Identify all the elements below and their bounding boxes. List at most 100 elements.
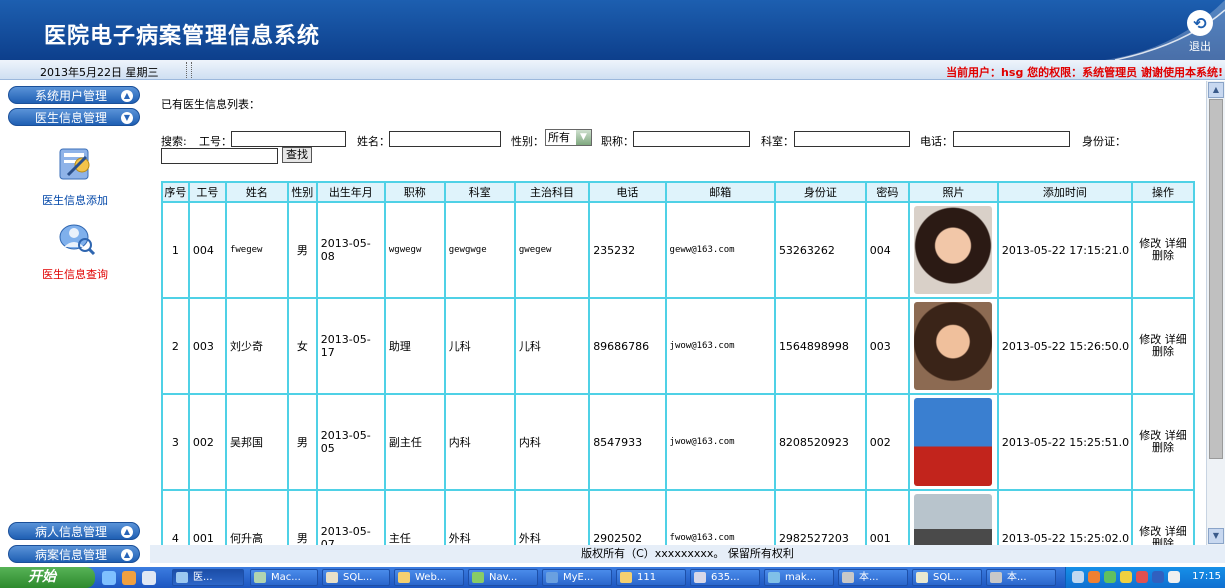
cell-birth: 2013-05-05 <box>315 393 386 491</box>
cell-email: jwow@163.com <box>664 297 776 395</box>
cell-idcard: 53263262 <box>773 201 867 299</box>
sidebar-item-doctor-search[interactable]: 医生信息查询 <box>20 217 130 282</box>
system-tray: 17:15 <box>1065 567 1225 588</box>
cell-dept: 外科 <box>443 489 516 545</box>
cell-subject: 儿科 <box>513 297 591 395</box>
menu-label: 病人信息管理 <box>35 525 108 539</box>
cell-subject: 内科 <box>513 393 591 491</box>
delete-link[interactable]: 删除 <box>1152 249 1174 262</box>
cell-phone: 89686786 <box>588 297 667 395</box>
logout-button[interactable]: ⟲ 退出 <box>1183 10 1217 56</box>
quicklaunch-desktop-icon[interactable] <box>102 571 116 585</box>
task-label: 本... <box>859 572 879 583</box>
vertical-scrollbar[interactable]: ▲ ▼ <box>1206 81 1225 545</box>
window-icon <box>176 572 188 583</box>
cell-id: 002 <box>187 393 227 491</box>
menu-doctor-info[interactable]: 医生信息管理 ▼ <box>8 108 140 126</box>
gender-label: 性别： <box>511 135 544 148</box>
phone-input[interactable] <box>953 131 1070 147</box>
delete-link[interactable]: 删除 <box>1152 537 1174 546</box>
main-content: 已有医生信息列表： 搜索: 工号： 姓名： 性别： 所有 ▼ 职称： 科室： 电… <box>152 81 1206 545</box>
cell-id: 003 <box>187 297 227 395</box>
task-button[interactable]: SQL... <box>912 569 982 586</box>
tray-icon[interactable] <box>1104 571 1116 583</box>
cell-photo <box>908 201 999 299</box>
tray-icon[interactable] <box>1120 571 1132 583</box>
cell-phone: 8547933 <box>588 393 667 491</box>
cell-birth: 2013-05-08 <box>315 201 386 299</box>
menu-label: 病案信息管理 <box>35 548 108 562</box>
menu-patient-info[interactable]: 病人信息管理 ▲ <box>8 522 140 540</box>
id-input[interactable] <box>231 131 346 147</box>
cell-phone: 2902502 <box>588 489 667 545</box>
gender-select[interactable]: 所有 ▼ <box>545 129 592 146</box>
scroll-thumb[interactable] <box>1209 99 1223 459</box>
task-button[interactable]: SQL... <box>322 569 390 586</box>
window-icon <box>472 572 484 583</box>
quicklaunch-ie-icon[interactable] <box>142 571 156 585</box>
scroll-down-icon[interactable]: ▼ <box>1208 528 1224 544</box>
start-button[interactable]: 开始 <box>0 567 95 588</box>
current-date: 2013年5月22日 星期三 <box>40 66 159 79</box>
window-icon <box>546 572 558 583</box>
cell-idcard: 2982527203 <box>773 489 867 545</box>
search-button[interactable]: 查找 <box>282 147 312 163</box>
idcard-input[interactable] <box>161 148 278 164</box>
tray-icon[interactable] <box>1072 571 1084 583</box>
tray-icon[interactable] <box>1168 571 1180 583</box>
task-button[interactable]: Web... <box>394 569 464 586</box>
cell-name: 吴邦国 <box>224 393 289 491</box>
task-button[interactable]: MyE... <box>542 569 612 586</box>
search-label: 搜索: <box>161 135 187 148</box>
menu-system-users[interactable]: 系统用户管理 ▲ <box>8 86 140 104</box>
os-taskbar: 开始 医... Mac... SQL... Web... Nav... MyE.… <box>0 567 1225 588</box>
col-header: 邮箱 <box>664 181 776 203</box>
window-icon <box>842 572 854 583</box>
cell-actions: 修改 详细 删除 <box>1131 393 1195 491</box>
task-button[interactable]: Mac... <box>250 569 318 586</box>
cell-password: 003 <box>864 297 911 395</box>
col-header: 电话 <box>588 181 667 203</box>
tray-icon[interactable] <box>1152 571 1164 583</box>
task-label: MyE... <box>563 572 594 583</box>
cell-gender: 男 <box>286 393 318 491</box>
tray-icon[interactable] <box>1136 571 1148 583</box>
sidebar: 系统用户管理 ▲ 医生信息管理 ▼ 医生信息添加 医生信息查询 <box>0 81 150 563</box>
name-input[interactable] <box>389 131 501 147</box>
gender-selected: 所有 <box>548 131 570 144</box>
menu-case-info[interactable]: 病案信息管理 ▲ <box>8 545 140 563</box>
scroll-up-icon[interactable]: ▲ <box>1208 82 1224 98</box>
task-label: Web... <box>415 572 447 583</box>
cell-photo <box>908 393 999 491</box>
clock: 17:15 <box>1192 571 1221 582</box>
start-label: 开始 <box>28 569 56 585</box>
task-button[interactable]: mak... <box>764 569 834 586</box>
menu-label: 医生信息管理 <box>35 111 108 125</box>
task-button[interactable]: Nav... <box>468 569 538 586</box>
dept-input[interactable] <box>794 131 910 147</box>
doctor-add-icon <box>59 148 90 180</box>
cell-photo <box>908 489 999 545</box>
doctor-photo <box>914 494 993 545</box>
task-button[interactable]: 本... <box>838 569 908 586</box>
app-header: 医院电子病案管理信息系统 ⟲ 退出 <box>0 0 1225 60</box>
cell-added: 2013-05-22 17:15:21.0 <box>996 201 1134 299</box>
sidebar-item-doctor-add[interactable]: 医生信息添加 <box>20 143 130 208</box>
task-button[interactable]: 111 <box>616 569 686 586</box>
task-button[interactable]: 635... <box>690 569 760 586</box>
task-button[interactable]: 医... <box>172 569 244 586</box>
delete-link[interactable]: 删除 <box>1152 441 1174 454</box>
title-input[interactable] <box>633 131 750 147</box>
cell-password: 004 <box>864 201 911 299</box>
quicklaunch-app-icon[interactable] <box>122 571 136 585</box>
cell-added: 2013-05-22 15:25:51.0 <box>996 393 1134 491</box>
tray-icon[interactable] <box>1088 571 1100 583</box>
cell-password: 001 <box>864 489 911 545</box>
phone-label: 电话： <box>920 135 953 148</box>
splitter-handle[interactable] <box>186 62 192 78</box>
copyright-footer: 版权所有（C）xxxxxxxxx。 保留所有权利 <box>150 545 1225 563</box>
task-button[interactable]: 本... <box>986 569 1056 586</box>
id-label: 工号： <box>199 135 232 148</box>
delete-link[interactable]: 删除 <box>1152 345 1174 358</box>
task-label: 111 <box>637 572 657 583</box>
